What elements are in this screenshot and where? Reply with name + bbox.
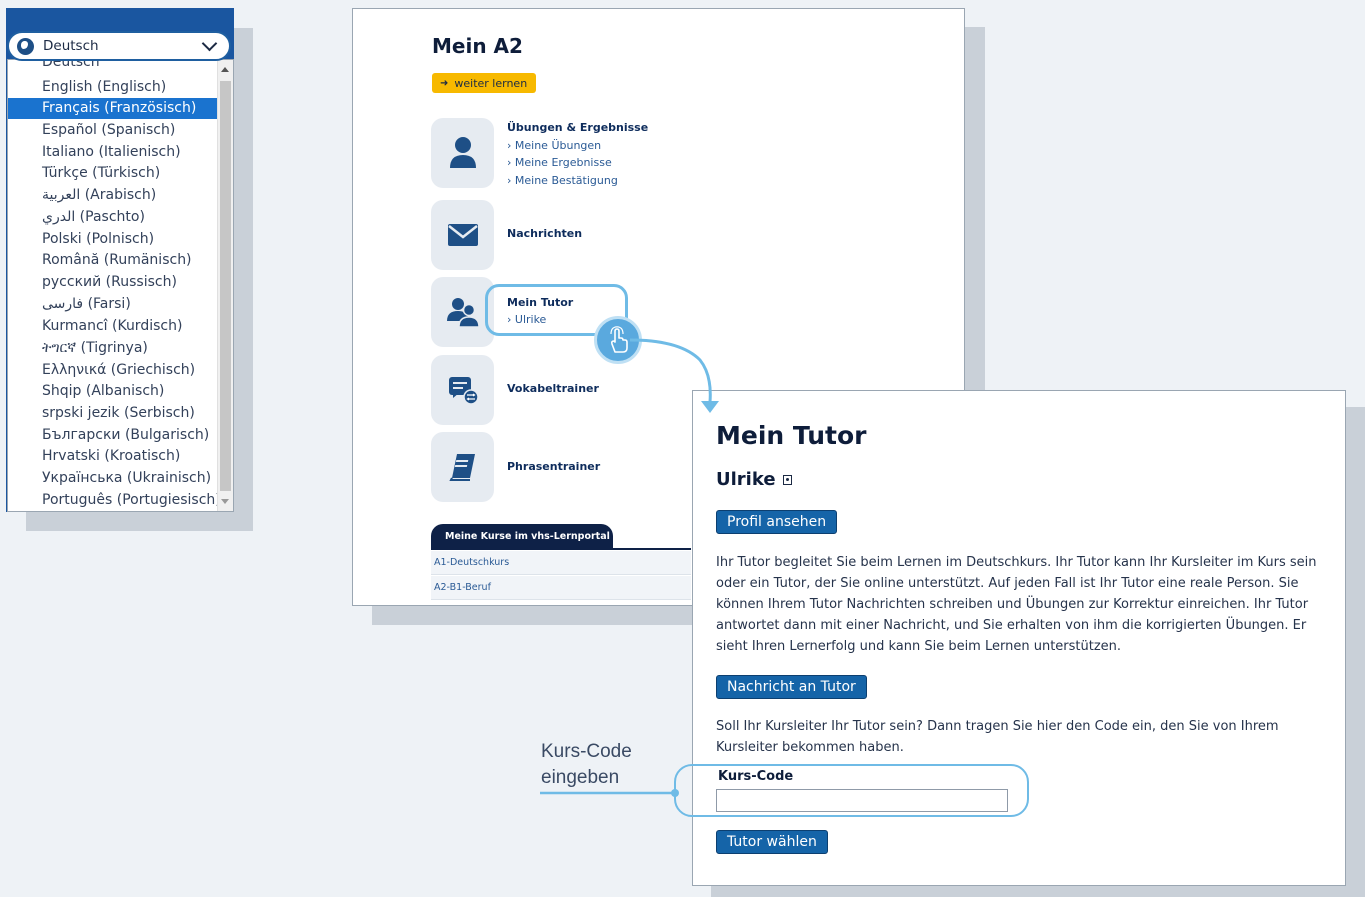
annotation-connectors xyxy=(540,338,719,797)
annotation-dot xyxy=(671,789,679,797)
arrow-head-icon xyxy=(701,401,719,413)
arrow-connector xyxy=(629,338,712,403)
